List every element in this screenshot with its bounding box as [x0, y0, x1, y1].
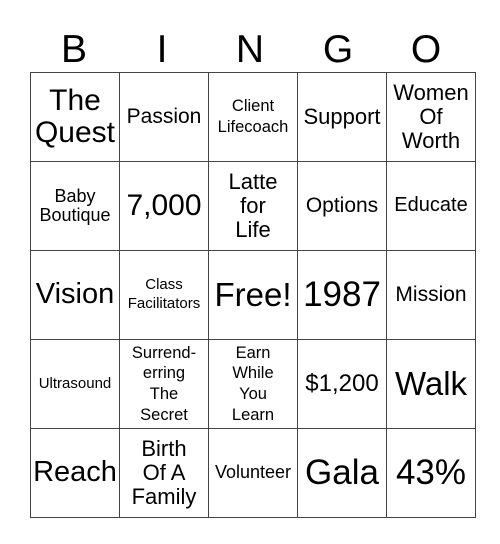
header-letter-b: B: [60, 28, 87, 71]
grid-row: The Quest Passion Client Lifecoach Suppo…: [30, 72, 476, 162]
bingo-cell[interactable]: Women Of Worth: [386, 72, 476, 162]
cell-text: Volunteer: [214, 462, 292, 483]
bingo-cell[interactable]: The Quest: [30, 72, 120, 162]
bingo-header: B I N G O: [30, 28, 470, 72]
bingo-cell[interactable]: Latte for Life: [208, 161, 298, 251]
bingo-cell[interactable]: Free!: [208, 250, 298, 340]
cell-text: Reach: [33, 456, 117, 489]
bingo-cell[interactable]: Surrend- erring The Secret: [119, 339, 209, 429]
cell-text: Mission: [395, 282, 467, 306]
bingo-cell[interactable]: Client Lifecoach: [208, 72, 298, 162]
bingo-cell[interactable]: Earn While You Learn: [208, 339, 298, 429]
bingo-grid: The Quest Passion Client Lifecoach Suppo…: [30, 72, 476, 518]
grid-row: Baby Boutique 7,000 Latte for Life Optio…: [30, 161, 476, 251]
grid-row: Reach Birth Of A Family Volunteer Gala 4…: [30, 428, 476, 518]
cell-text: Options: [305, 193, 379, 217]
bingo-cell[interactable]: Educate: [386, 161, 476, 251]
cell-text: 7,000: [126, 188, 202, 222]
cell-text: 43%: [395, 453, 467, 493]
bingo-cell[interactable]: 43%: [386, 428, 476, 518]
bingo-cell[interactable]: Class Facilitators: [119, 250, 209, 340]
bingo-cell[interactable]: Walk: [386, 339, 476, 429]
cell-text: Educate: [394, 194, 468, 217]
bingo-cell[interactable]: Volunteer: [208, 428, 298, 518]
bingo-cell[interactable]: 7,000: [119, 161, 209, 251]
bingo-cell[interactable]: Reach: [30, 428, 120, 518]
cell-text: The Quest: [34, 83, 116, 149]
bingo-cell[interactable]: Ultrasound: [30, 339, 120, 429]
header-letter-o: O: [410, 28, 442, 71]
bingo-cell[interactable]: Vision: [30, 250, 120, 340]
grid-row: Vision Class Facilitators Free! 1987 Mis…: [30, 250, 476, 340]
cell-text: Women Of Worth: [393, 80, 469, 153]
cell-text: Baby Boutique: [39, 185, 111, 225]
bingo-cell[interactable]: Passion: [119, 72, 209, 162]
bingo-cell[interactable]: Options: [297, 161, 387, 251]
cell-text: Earn While You Learn: [231, 343, 275, 424]
bingo-cell[interactable]: Birth Of A Family: [119, 428, 209, 518]
cell-text: Passion: [126, 104, 202, 128]
header-letter-i: I: [156, 28, 168, 71]
cell-text: Walk: [394, 365, 468, 403]
cell-text: Class Facilitators: [127, 276, 201, 312]
grid-row: Ultrasound Surrend- erring The Secret Ea…: [30, 339, 476, 429]
bingo-cell[interactable]: $1,200: [297, 339, 387, 429]
header-letter-g: G: [322, 28, 354, 71]
cell-text: Free!: [214, 276, 292, 314]
bingo-cell[interactable]: 1987: [297, 250, 387, 340]
cell-text: 1987: [303, 275, 381, 315]
cell-text: Surrend- erring The Secret: [131, 343, 197, 424]
bingo-cell[interactable]: Gala: [297, 428, 387, 518]
cell-text: $1,200: [305, 370, 379, 398]
cell-text: Vision: [35, 278, 115, 311]
bingo-cell[interactable]: Baby Boutique: [30, 161, 120, 251]
cell-text: Gala: [305, 453, 379, 493]
cell-text: Support: [303, 104, 381, 130]
header-letter-n: N: [235, 28, 265, 71]
bingo-cell[interactable]: Mission: [386, 250, 476, 340]
cell-text: Client Lifecoach: [217, 97, 289, 136]
cell-text: Latte for Life: [228, 169, 278, 242]
bingo-cell[interactable]: Support: [297, 72, 387, 162]
cell-text: Ultrasound: [38, 374, 112, 392]
cell-text: Birth Of A Family: [131, 436, 197, 509]
